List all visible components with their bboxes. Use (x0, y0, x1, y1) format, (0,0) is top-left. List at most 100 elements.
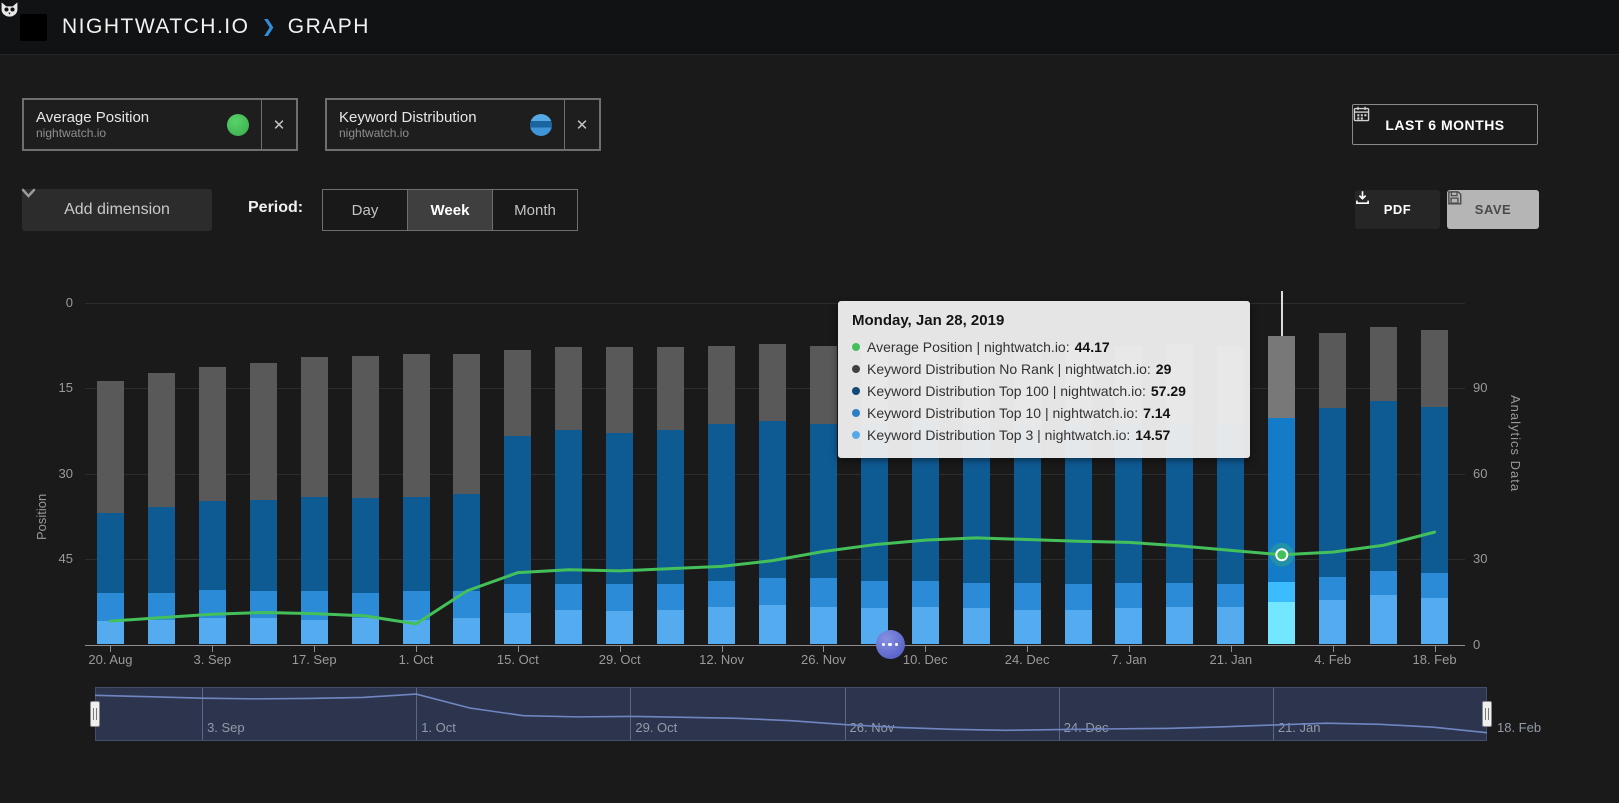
bar-segment[interactable] (352, 618, 379, 644)
bar-segment[interactable] (759, 344, 786, 421)
bar-segment[interactable] (912, 607, 939, 644)
bar-segment[interactable] (301, 497, 328, 591)
bar-segment[interactable] (1115, 608, 1142, 644)
bar-segment[interactable] (1421, 407, 1448, 573)
bar-segment[interactable] (1014, 583, 1041, 610)
bar-segment[interactable] (708, 424, 735, 581)
bar-segment[interactable] (504, 613, 531, 644)
bar-segment[interactable] (759, 578, 786, 605)
period-tab-day[interactable]: Day (323, 190, 408, 230)
bar-segment[interactable] (97, 593, 124, 622)
bar-segment[interactable] (657, 430, 684, 584)
pdf-button[interactable]: PDF (1355, 190, 1440, 229)
bar-segment[interactable] (403, 620, 430, 644)
bar-segment[interactable] (97, 381, 124, 512)
bar-segment[interactable] (148, 507, 175, 593)
bar-segment[interactable] (453, 591, 480, 618)
bar-segment[interactable] (148, 620, 175, 644)
bar-segment[interactable] (199, 618, 226, 644)
bar-segment[interactable] (606, 347, 633, 433)
bar-segment[interactable] (1421, 330, 1448, 407)
navigator-left-handle[interactable] (90, 701, 100, 727)
bar-segment[interactable] (861, 581, 888, 608)
bar-segment[interactable] (1370, 401, 1397, 571)
period-tab-month[interactable]: Month (493, 190, 577, 230)
navigator-right-handle[interactable] (1482, 701, 1492, 727)
bar-segment[interactable] (352, 498, 379, 592)
bar-segment[interactable] (352, 593, 379, 619)
bar-segment[interactable] (963, 583, 990, 609)
bar-segment[interactable] (963, 608, 990, 644)
save-button[interactable]: SAVE (1447, 190, 1539, 229)
bar-segment[interactable] (1268, 602, 1295, 644)
bar-segment[interactable] (453, 618, 480, 644)
bar-segment[interactable] (301, 591, 328, 620)
bar-segment[interactable] (708, 581, 735, 607)
bar-segment[interactable] (352, 356, 379, 499)
bar-segment[interactable] (250, 500, 277, 591)
bar-segment[interactable] (1166, 583, 1193, 607)
bar-segment[interactable] (1065, 610, 1092, 644)
bar-segment[interactable] (1370, 595, 1397, 644)
annotation-badge[interactable] (876, 630, 905, 659)
bar-segment[interactable] (453, 354, 480, 494)
bar-segment[interactable] (810, 424, 837, 578)
bar-segment[interactable] (504, 436, 531, 584)
bar-segment[interactable] (708, 346, 735, 425)
add-dimension-button[interactable]: Add dimension (22, 189, 212, 231)
bar-segment[interactable] (504, 584, 531, 613)
bar-segment[interactable] (1166, 607, 1193, 644)
bar-segment[interactable] (1268, 418, 1295, 582)
bar-segment[interactable] (657, 584, 684, 610)
bar-segment[interactable] (1217, 584, 1244, 607)
bar-segment[interactable] (403, 497, 430, 591)
remove-dimension-button[interactable]: ✕ (262, 100, 296, 149)
bar-segment[interactable] (1217, 607, 1244, 644)
bar-segment[interactable] (606, 584, 633, 611)
brand-link[interactable]: NIGHTWATCH.IO (62, 15, 249, 39)
bar-segment[interactable] (97, 621, 124, 644)
bar-segment[interactable] (148, 593, 175, 620)
bar-segment[interactable] (1065, 584, 1092, 610)
bar-segment[interactable] (1319, 600, 1346, 644)
bar-segment[interactable] (453, 494, 480, 591)
bar-segment[interactable] (759, 421, 786, 578)
bar-segment[interactable] (199, 501, 226, 590)
bar-segment[interactable] (403, 354, 430, 497)
bar-segment[interactable] (1421, 598, 1448, 644)
bar-segment[interactable] (301, 357, 328, 497)
bar-segment[interactable] (657, 610, 684, 644)
bar-segment[interactable] (555, 347, 582, 430)
bar-segment[interactable] (504, 350, 531, 436)
remove-dimension-button[interactable]: ✕ (565, 100, 599, 149)
bar-segment[interactable] (250, 591, 277, 618)
bar-segment[interactable] (1268, 336, 1295, 419)
bar-segment[interactable] (1014, 610, 1041, 644)
bar-segment[interactable] (1370, 571, 1397, 595)
bar-segment[interactable] (912, 581, 939, 607)
bar-segment[interactable] (606, 611, 633, 644)
bar-segment[interactable] (555, 430, 582, 584)
bar-segment[interactable] (301, 620, 328, 644)
bar-segment[interactable] (708, 607, 735, 644)
bar-segment[interactable] (810, 607, 837, 644)
bar-segment[interactable] (1370, 327, 1397, 401)
bar-segment[interactable] (199, 590, 226, 619)
bar-segment[interactable] (199, 367, 226, 501)
bar-segment[interactable] (1421, 573, 1448, 599)
bar-segment[interactable] (810, 578, 837, 607)
bar-segment[interactable] (759, 605, 786, 644)
bar-segment[interactable] (606, 433, 633, 584)
bar-segment[interactable] (1319, 408, 1346, 576)
bar-segment[interactable] (148, 373, 175, 507)
bar-segment[interactable] (555, 610, 582, 644)
bar-segment[interactable] (1319, 333, 1346, 409)
bar-segment[interactable] (250, 618, 277, 644)
bar-segment[interactable] (555, 584, 582, 610)
bar-segment[interactable] (1319, 577, 1346, 600)
bar-segment[interactable] (1115, 583, 1142, 609)
bar-segment[interactable] (97, 513, 124, 593)
period-tab-week[interactable]: Week (408, 190, 493, 230)
bar-segment[interactable] (1268, 582, 1295, 602)
bar-segment[interactable] (403, 591, 430, 620)
